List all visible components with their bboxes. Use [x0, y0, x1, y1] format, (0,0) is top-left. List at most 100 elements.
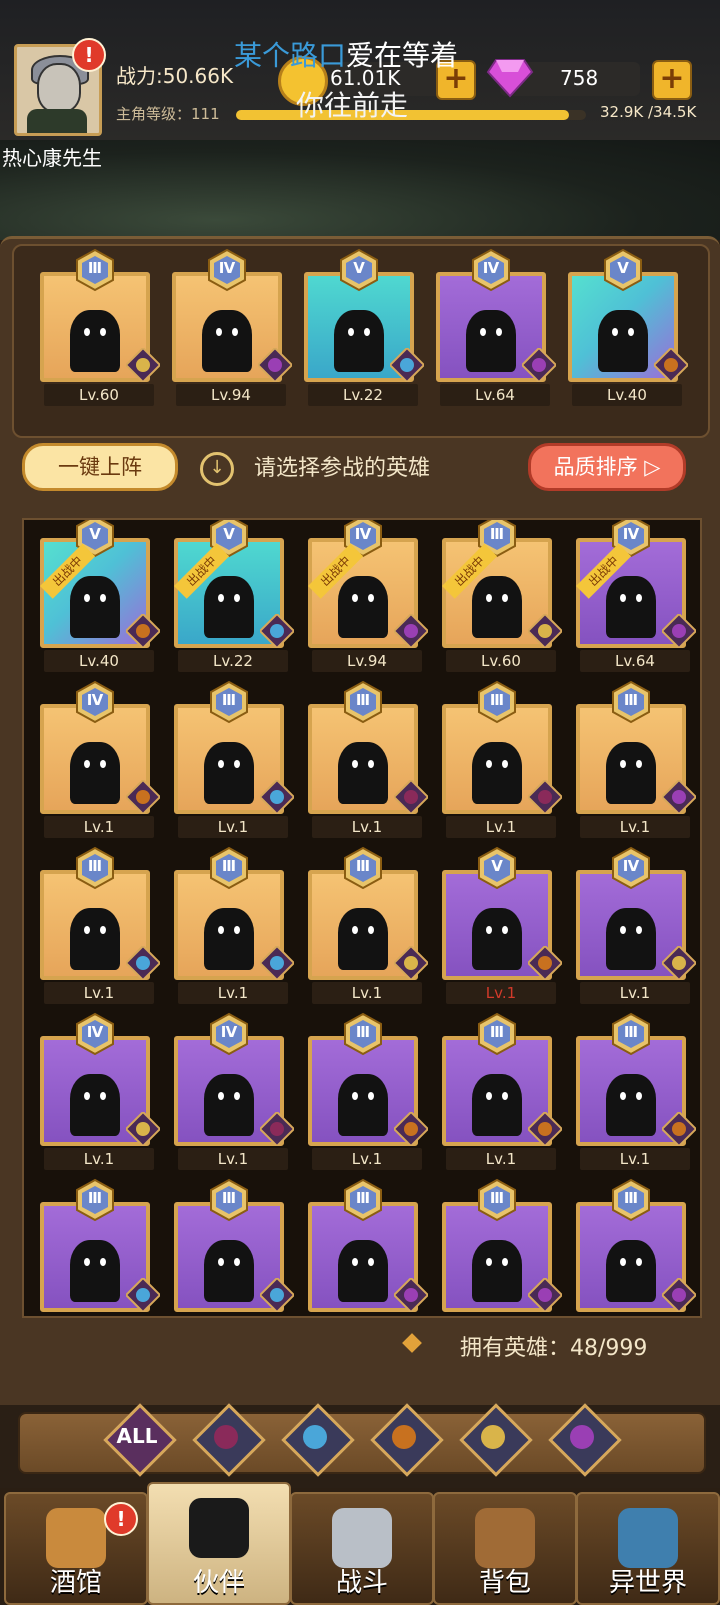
filter-fish-button[interactable]	[281, 1403, 355, 1477]
nav-tavern-tab[interactable]: 酒馆!	[4, 1492, 148, 1605]
lion-faction-icon	[528, 946, 562, 980]
roster-hero-card[interactable]: Ⅲ Lv.1	[174, 846, 294, 1004]
filter-lion-button[interactable]	[370, 1403, 444, 1477]
roster-hero-card[interactable]: Ⅲ	[576, 1178, 696, 1312]
hero-level: Lv.1	[446, 1148, 556, 1170]
rank-badge-icon: Ⅲ	[341, 680, 385, 724]
roster-hero-card[interactable]: Ⅳ Lv.1	[576, 846, 696, 1004]
rank-numeral: Ⅲ	[623, 691, 639, 709]
roster-hero-card[interactable]: Ⅳ Lv.1	[40, 680, 160, 838]
background-scene	[0, 140, 720, 240]
hero-portrait	[70, 742, 120, 804]
lion-faction-icon	[126, 614, 160, 648]
hero-portrait	[70, 1240, 120, 1302]
nav-label: 异世界	[608, 1568, 687, 1598]
team-hero-card[interactable]: Ⅳ Lv.94	[172, 248, 292, 406]
rank-numeral: Ⅲ	[623, 1189, 639, 1207]
arrow-down-icon[interactable]: ↓	[200, 452, 234, 486]
hero-portrait	[472, 908, 522, 970]
avatar-alert-icon: !	[72, 38, 106, 72]
hero-level: Lv.1	[446, 982, 556, 1004]
rank-numeral: Ⅲ	[87, 857, 103, 875]
hero-portrait	[204, 576, 254, 638]
rank-numeral: Ⅲ	[355, 1189, 371, 1207]
hero-level: Lv.1	[446, 816, 556, 838]
add-gems-button[interactable]: +	[652, 60, 692, 100]
rank-numeral: Ⅲ	[221, 857, 237, 875]
roster-hero-card[interactable]: Ⅴ Lv.1	[442, 846, 562, 1004]
rank-badge-icon: Ⅲ	[341, 1178, 385, 1222]
roster-hero-card[interactable]: Ⅲ Lv.60 出战中	[442, 520, 562, 672]
rank-numeral: Ⅳ	[220, 1023, 238, 1041]
roster-hero-card[interactable]: Ⅲ Lv.1	[442, 680, 562, 838]
rank-numeral: Ⅳ	[354, 525, 372, 543]
roster-hero-card[interactable]: Ⅲ Lv.1	[576, 1012, 696, 1170]
rank-numeral: Ⅳ	[622, 857, 640, 875]
rank-numeral: Ⅳ	[86, 1023, 104, 1041]
nav-bag-tab[interactable]: 背包	[433, 1492, 577, 1605]
filter-knight-button[interactable]	[192, 1403, 266, 1477]
team-hero-card[interactable]: Ⅳ Lv.64	[436, 248, 556, 406]
hero-portrait	[70, 1074, 120, 1136]
roster-hero-card[interactable]: Ⅲ Lv.1	[308, 1012, 428, 1170]
fish-faction-icon	[390, 348, 424, 382]
roster-hero-card[interactable]: Ⅳ Lv.94 出战中	[308, 520, 428, 672]
hero-portrait	[70, 310, 120, 372]
nav-partners-tab[interactable]: 伙伴	[147, 1482, 291, 1605]
roster-hero-card[interactable]: Ⅲ Lv.1	[576, 680, 696, 838]
roster-hero-card[interactable]: Ⅲ Lv.1	[174, 680, 294, 838]
hero-level: Lv.40	[572, 384, 682, 406]
one-key-deploy-button[interactable]: 一键上阵	[22, 443, 178, 491]
team-hero-card[interactable]: Ⅲ Lv.60	[40, 248, 160, 406]
roster-hero-card[interactable]: Ⅲ	[442, 1178, 562, 1312]
roster-hero-card[interactable]: Ⅲ Lv.1	[308, 846, 428, 1004]
quality-sort-button[interactable]: 品质排序 ▷	[528, 443, 686, 491]
roster-hero-card[interactable]: Ⅳ Lv.64 出战中	[576, 520, 696, 672]
hero-portrait	[338, 1240, 388, 1302]
rank-numeral: Ⅳ	[482, 259, 500, 277]
rank-badge-icon: Ⅳ	[207, 1012, 251, 1056]
roster-hero-card[interactable]: Ⅲ	[40, 1178, 160, 1312]
nav-label: 战斗	[335, 1568, 388, 1598]
roster-hero-card[interactable]: Ⅳ Lv.1	[174, 1012, 294, 1170]
roster-hero-card[interactable]: Ⅲ Lv.1	[308, 680, 428, 838]
team-hero-card[interactable]: Ⅴ Lv.40	[568, 248, 688, 406]
hero-level: Lv.1	[178, 816, 288, 838]
rank-numeral: Ⅲ	[489, 525, 505, 543]
hero-portrait	[202, 310, 252, 372]
rank-numeral: Ⅲ	[221, 691, 237, 709]
lion-icon	[392, 1425, 416, 1449]
partners-icon	[189, 1498, 249, 1558]
rank-numeral: Ⅴ	[223, 525, 235, 543]
hero-level: Lv.1	[178, 982, 288, 1004]
nav-otherworld-tab[interactable]: 异世界	[576, 1492, 720, 1605]
roster-hero-card[interactable]: Ⅲ Lv.1	[442, 1012, 562, 1170]
hero-portrait	[204, 1074, 254, 1136]
elf-faction-icon	[126, 1112, 160, 1146]
hero-portrait	[472, 576, 522, 638]
filter-elf-button[interactable]	[459, 1403, 533, 1477]
team-hero-card[interactable]: Ⅴ Lv.22	[304, 248, 424, 406]
roster-hero-card[interactable]: Ⅴ Lv.40 出战中	[40, 520, 160, 672]
lyric-line-1: 某个路口爱在等着	[234, 34, 458, 74]
roster-hero-card[interactable]: Ⅲ	[174, 1178, 294, 1312]
hero-portrait	[204, 908, 254, 970]
rank-numeral: Ⅲ	[489, 1023, 505, 1041]
roster-hero-card[interactable]: Ⅳ Lv.1	[40, 1012, 160, 1170]
roster-hero-card[interactable]: Ⅲ	[308, 1178, 428, 1312]
tavern-alert-icon: !	[104, 1502, 138, 1536]
xp-bar	[236, 110, 586, 120]
filter-all-button[interactable]: ALL	[103, 1403, 177, 1477]
demon-faction-icon	[394, 1278, 428, 1312]
filter-demon-button[interactable]	[548, 1403, 622, 1477]
roster-hero-card[interactable]: Ⅴ Lv.22 出战中	[174, 520, 294, 672]
rank-badge-icon: Ⅲ	[475, 1178, 519, 1222]
rank-badge-icon: Ⅲ	[73, 248, 117, 292]
rank-numeral: Ⅲ	[87, 259, 103, 277]
roster-hero-card[interactable]: Ⅲ Lv.1	[40, 846, 160, 1004]
rank-badge-icon: Ⅴ	[337, 248, 381, 292]
gem-icon	[486, 59, 534, 98]
hero-level: Lv.1	[312, 1148, 422, 1170]
nav-battle-tab[interactable]: 战斗	[290, 1492, 434, 1605]
fish-faction-icon	[260, 1278, 294, 1312]
